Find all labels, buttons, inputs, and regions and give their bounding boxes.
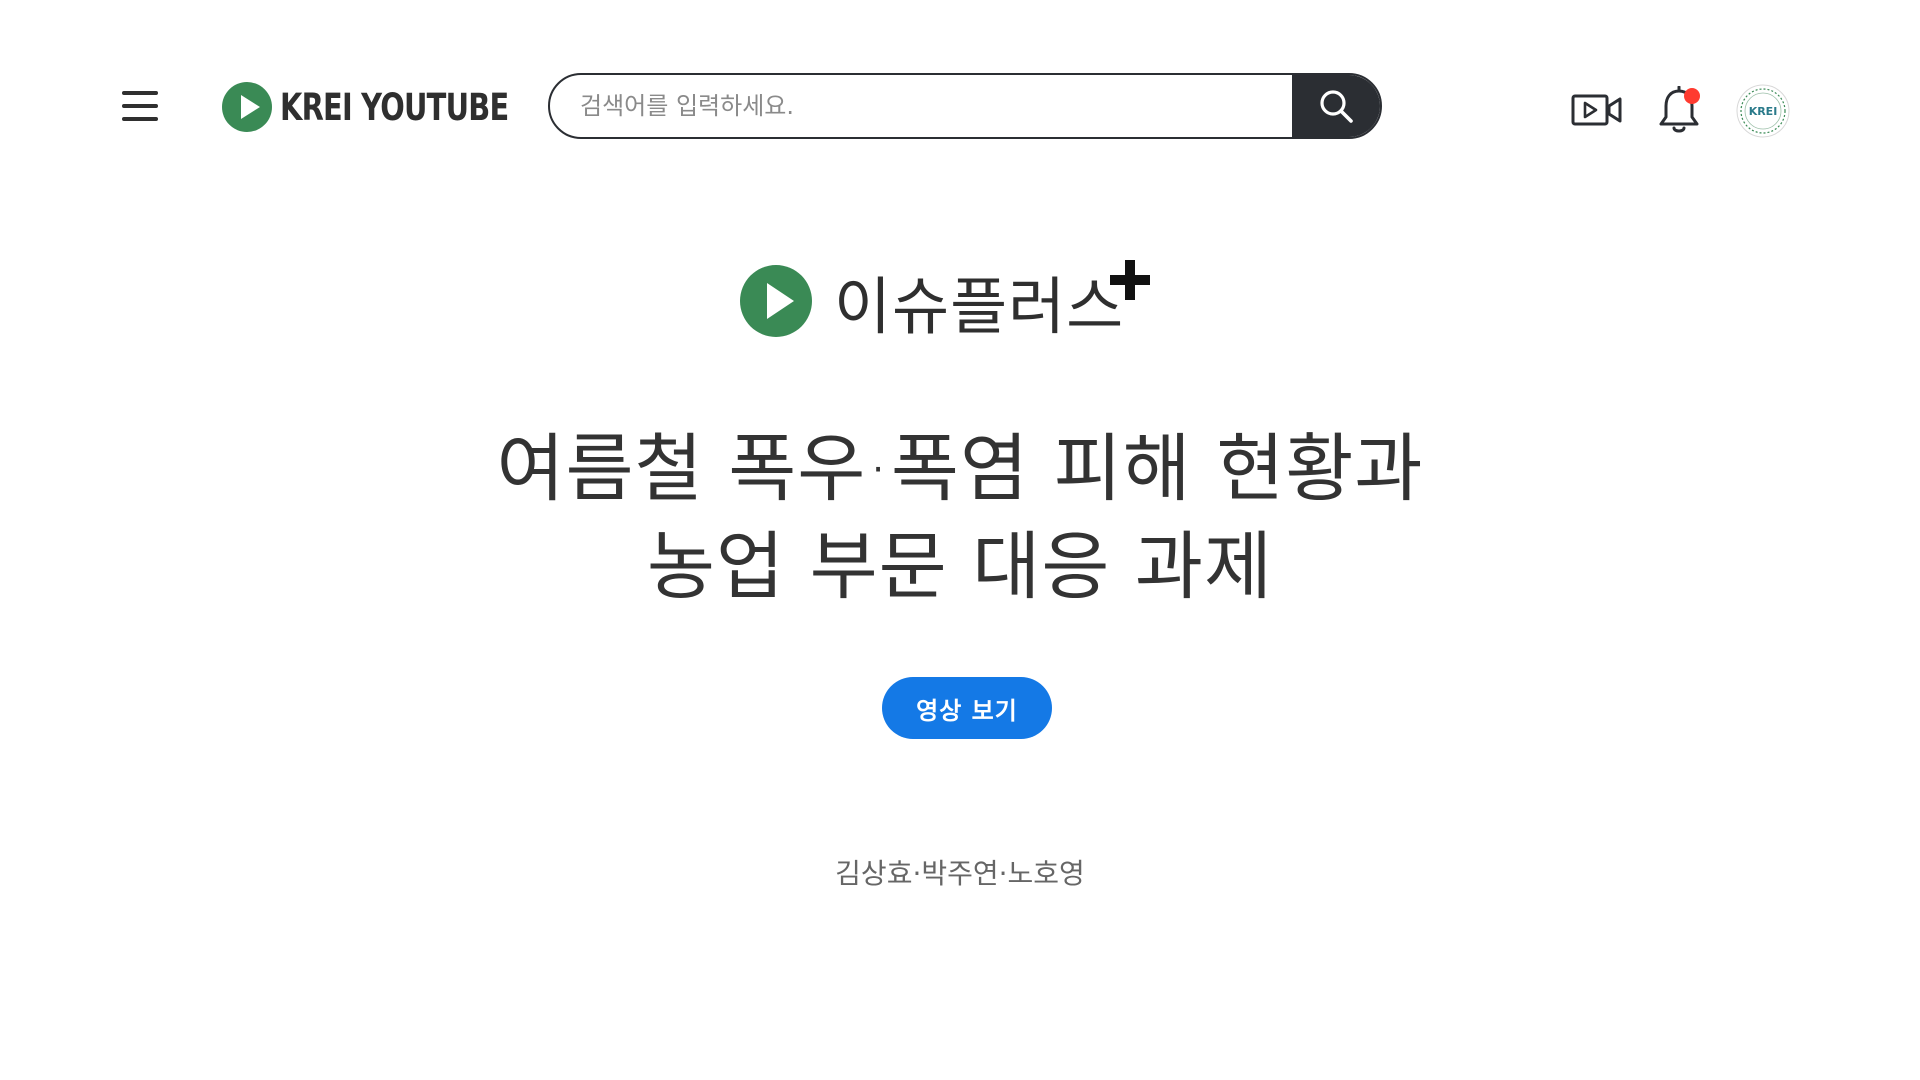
menu-bar bbox=[122, 91, 158, 95]
notifications-button[interactable] bbox=[1654, 84, 1704, 138]
video-camera-icon bbox=[1571, 94, 1622, 126]
brand-title: 이슈플러스 bbox=[834, 270, 1125, 343]
title-line: 농업 부문 대응 과제 bbox=[646, 524, 1274, 610]
hamburger-menu-icon[interactable] bbox=[122, 89, 158, 123]
header: KREI YOUTUBE 검색어를 입력하세요. KREI bbox=[0, 0, 1920, 220]
plus-icon bbox=[1110, 260, 1150, 300]
search-icon bbox=[1320, 90, 1353, 123]
search-input[interactable] bbox=[550, 75, 1290, 137]
authors: 김상효·박주연·노호영 bbox=[835, 857, 1085, 890]
page: KREI YOUTUBE 검색어를 입력하세요. KREI 이슈플러스 여름철 … bbox=[0, 0, 1920, 1080]
watch-video-button[interactable]: 영상 보기 bbox=[882, 677, 1052, 739]
avatar-text: KREI bbox=[1749, 105, 1778, 118]
logo-text: KREI YOUTUBE bbox=[280, 85, 509, 129]
search-bar bbox=[548, 73, 1382, 139]
title-line: 여름철 폭우·폭염 피해 현황과 bbox=[496, 426, 1424, 512]
menu-bar bbox=[122, 104, 158, 108]
notification-badge bbox=[1684, 88, 1700, 104]
play-logo-icon bbox=[740, 265, 812, 337]
search-button[interactable] bbox=[1292, 75, 1380, 137]
avatar[interactable]: KREI bbox=[1736, 84, 1790, 138]
krei-logo: KREI bbox=[1736, 84, 1790, 138]
menu-bar bbox=[122, 117, 158, 121]
play-logo-icon bbox=[222, 82, 272, 132]
video-title: 여름철 폭우·폭염 피해 현황과 농업 부문 대응 과제 bbox=[360, 420, 1560, 616]
krei-youtube-logo[interactable]: KREI YOUTUBE bbox=[222, 82, 573, 132]
upload-video-button[interactable] bbox=[1570, 88, 1624, 132]
issue-plus-brand: 이슈플러스 bbox=[740, 256, 1124, 346]
